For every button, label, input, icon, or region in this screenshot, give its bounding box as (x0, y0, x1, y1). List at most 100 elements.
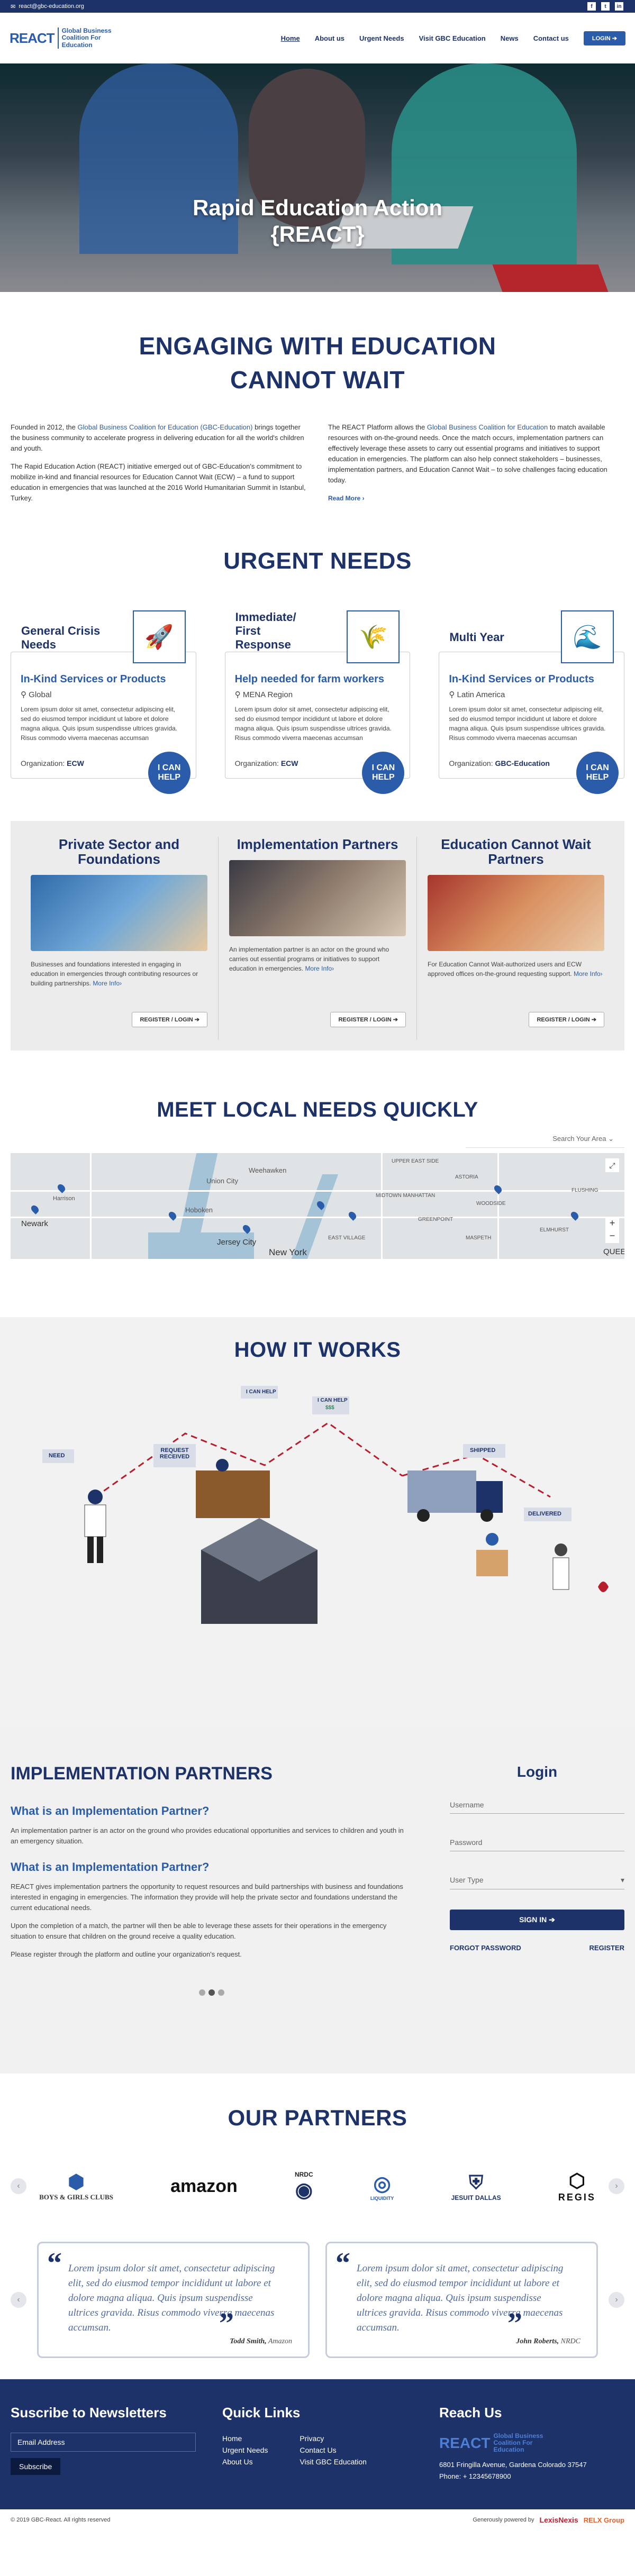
read-more-link[interactable]: Read More › (328, 495, 365, 502)
need-title[interactable]: In-Kind Services or Products (449, 673, 614, 686)
gbc-link[interactable]: Global Business Coalition for Education … (78, 423, 253, 431)
copyright: © 2019 GBC-React. All rights reserved (11, 2517, 111, 2523)
how-tag: SHIPPED (470, 1447, 496, 1454)
footer-link-home[interactable]: Home (222, 2433, 268, 2444)
nav-home[interactable]: Home (281, 34, 300, 42)
footer-link-privacy[interactable]: Privacy (300, 2433, 367, 2444)
liquidity-icon: ◎ (373, 2172, 391, 2195)
need-category: General Crisis Needs (21, 624, 101, 651)
map-label: EAST VILLAGE (328, 1235, 366, 1241)
map-pin[interactable] (167, 1210, 178, 1221)
prev-arrow-icon[interactable]: ‹ (11, 2178, 26, 2194)
subscribe-button[interactable]: Subscribe (11, 2458, 61, 2475)
user-type-select[interactable]: User Type ▾ (450, 1871, 624, 1889)
next-arrow-icon[interactable]: › (609, 2292, 624, 2308)
map-label: ELMHURST (540, 1227, 569, 1233)
more-info-link[interactable]: More Info› (305, 965, 334, 972)
testimonial-author: Todd Smith, Amazon (230, 2337, 292, 2345)
carousel-dot[interactable] (199, 1989, 205, 1996)
zoom-controls[interactable]: + − (605, 1217, 619, 1243)
forgot-password-link[interactable]: FORGOT PASSWORD (450, 1944, 521, 1952)
how-tag: REQUEST RECEIVED (159, 1447, 190, 1460)
map-label: Weehawken (249, 1166, 287, 1174)
gbc-link[interactable]: Global Business Coalition for Education (427, 423, 548, 431)
sign-in-button[interactable]: SIGN IN ➔ (450, 1910, 624, 1930)
linkedin-icon[interactable]: in (615, 2, 623, 11)
intro-title: ENGAGING WITH EDUCATION CANNOT WAIT (139, 332, 496, 394)
footer-link-gbc[interactable]: Visit GBC Education (300, 2456, 367, 2468)
email-field[interactable]: Email Address (11, 2433, 196, 2452)
footer-link-contact[interactable]: Contact Us (300, 2444, 367, 2456)
testimonial-card: “ Lorem ipsum dolor sit amet, consectetu… (37, 2242, 310, 2358)
reach-us: Reach Us REACT Global Business Coalition … (439, 2405, 587, 2493)
password-field[interactable]: Password (450, 1834, 624, 1851)
need-category: Multi Year (449, 631, 504, 644)
sign-in-icon: ➔ (549, 1915, 555, 1924)
need-title[interactable]: Help needed for farm workers (235, 673, 401, 686)
map-label: Union City (206, 1177, 238, 1185)
footer-link-about[interactable]: About Us (222, 2456, 268, 2468)
nrdc-icon: ◉ (295, 2179, 313, 2202)
how-tag: NEED (49, 1453, 65, 1459)
fullscreen-icon[interactable]: ⤢ (605, 1158, 619, 1172)
rocket-icon: 🚀 (132, 610, 186, 663)
map-pin[interactable] (30, 1204, 40, 1214)
powered-by-text: Generously powered by (473, 2517, 534, 2523)
map-pin[interactable] (347, 1210, 358, 1221)
react-logo[interactable]: REACT Global Business Coalition For Educ… (10, 28, 116, 49)
register-login-button[interactable]: REGISTER / LOGIN ➔ (132, 1012, 207, 1027)
nav-about[interactable]: About us (315, 34, 344, 42)
intro-paragraph: Founded in 2012, the Global Business Coa… (11, 423, 304, 452)
lexisnexis-logo: LexisNexis (539, 2516, 578, 2524)
contact-email[interactable]: ✉ react@gbc-education.org (11, 3, 84, 10)
shield-icon: ⛨ (469, 2171, 484, 2193)
map-pin[interactable] (569, 1210, 580, 1221)
register-link[interactable]: REGISTER (589, 1944, 624, 1952)
login-button[interactable]: LOGIN ➔ (583, 31, 625, 45)
carousel-dot[interactable] (218, 1989, 224, 1996)
search-area-input[interactable]: Search Your Area ⌄ (466, 1122, 624, 1148)
intro-paragraph: The REACT Platform allows the Global Bus… (328, 423, 607, 484)
register-login-button[interactable]: REGISTER / LOGIN ➔ (330, 1012, 406, 1027)
carousel-dot[interactable] (208, 1989, 215, 1996)
need-organization: Organization: ECW (21, 759, 84, 768)
location-pin-icon: ⚲ (449, 690, 457, 699)
partner-logo: ⬡ REGIS (558, 2169, 596, 2203)
footer-link-urgent[interactable]: Urgent Needs (222, 2444, 268, 2456)
username-field[interactable]: Username (450, 1796, 624, 1814)
more-info-link[interactable]: More Info› (93, 980, 122, 987)
location-pin-icon: ⚲ (21, 690, 29, 699)
partner-logo: NRDC ◉ (294, 2170, 313, 2202)
social-links: f t in (587, 2, 623, 11)
quote-open-icon: “ (335, 2247, 350, 2280)
needs-map[interactable]: Newark Jersey City New York Hoboken Harr… (11, 1153, 624, 1259)
partner-type-title: Implementation Partners (237, 836, 398, 852)
i-can-help-button[interactable]: I CAN HELP (576, 752, 619, 794)
facebook-icon[interactable]: f (587, 2, 596, 11)
footer-phone: Phone: + 12345678900 (439, 2472, 511, 2480)
nav-contact[interactable]: Contact us (533, 34, 569, 42)
next-arrow-icon[interactable]: › (609, 2178, 624, 2194)
site-header: REACT Global Business Coalition For Educ… (0, 13, 635, 63)
need-title[interactable]: In-Kind Services or Products (21, 673, 186, 686)
register-login-button[interactable]: REGISTER / LOGIN ➔ (529, 1012, 604, 1027)
mail-icon: ✉ (11, 3, 16, 10)
site-footer: Suscribe to Newsletters Email Address Su… (0, 2379, 635, 2509)
nav-news[interactable]: News (501, 34, 519, 42)
partner-types: Private Sector and Foundations Businesse… (11, 821, 624, 1051)
top-bar: ✉ react@gbc-education.org f t in (0, 0, 635, 13)
i-can-help-button[interactable]: I CAN HELP (362, 752, 405, 794)
nav-urgent-needs[interactable]: Urgent Needs (359, 34, 404, 42)
more-info-link[interactable]: More Info› (574, 970, 603, 978)
how-it-works-title: HOW IT WORKS (234, 1338, 401, 1362)
map-pin[interactable] (493, 1184, 503, 1194)
prev-arrow-icon[interactable]: ‹ (11, 2292, 26, 2308)
i-can-help-button[interactable]: I CAN HELP (148, 752, 190, 794)
nav-visit-gbc[interactable]: Visit GBC Education (419, 34, 486, 42)
location-pin-icon: ⚲ (234, 690, 243, 699)
partner-logo: amazon (170, 2176, 238, 2196)
intro-columns: Founded in 2012, the Global Business Coa… (11, 422, 624, 511)
how-tag: $$$ (325, 1405, 334, 1411)
partner-type-photo (229, 860, 406, 936)
twitter-icon[interactable]: t (601, 2, 610, 11)
